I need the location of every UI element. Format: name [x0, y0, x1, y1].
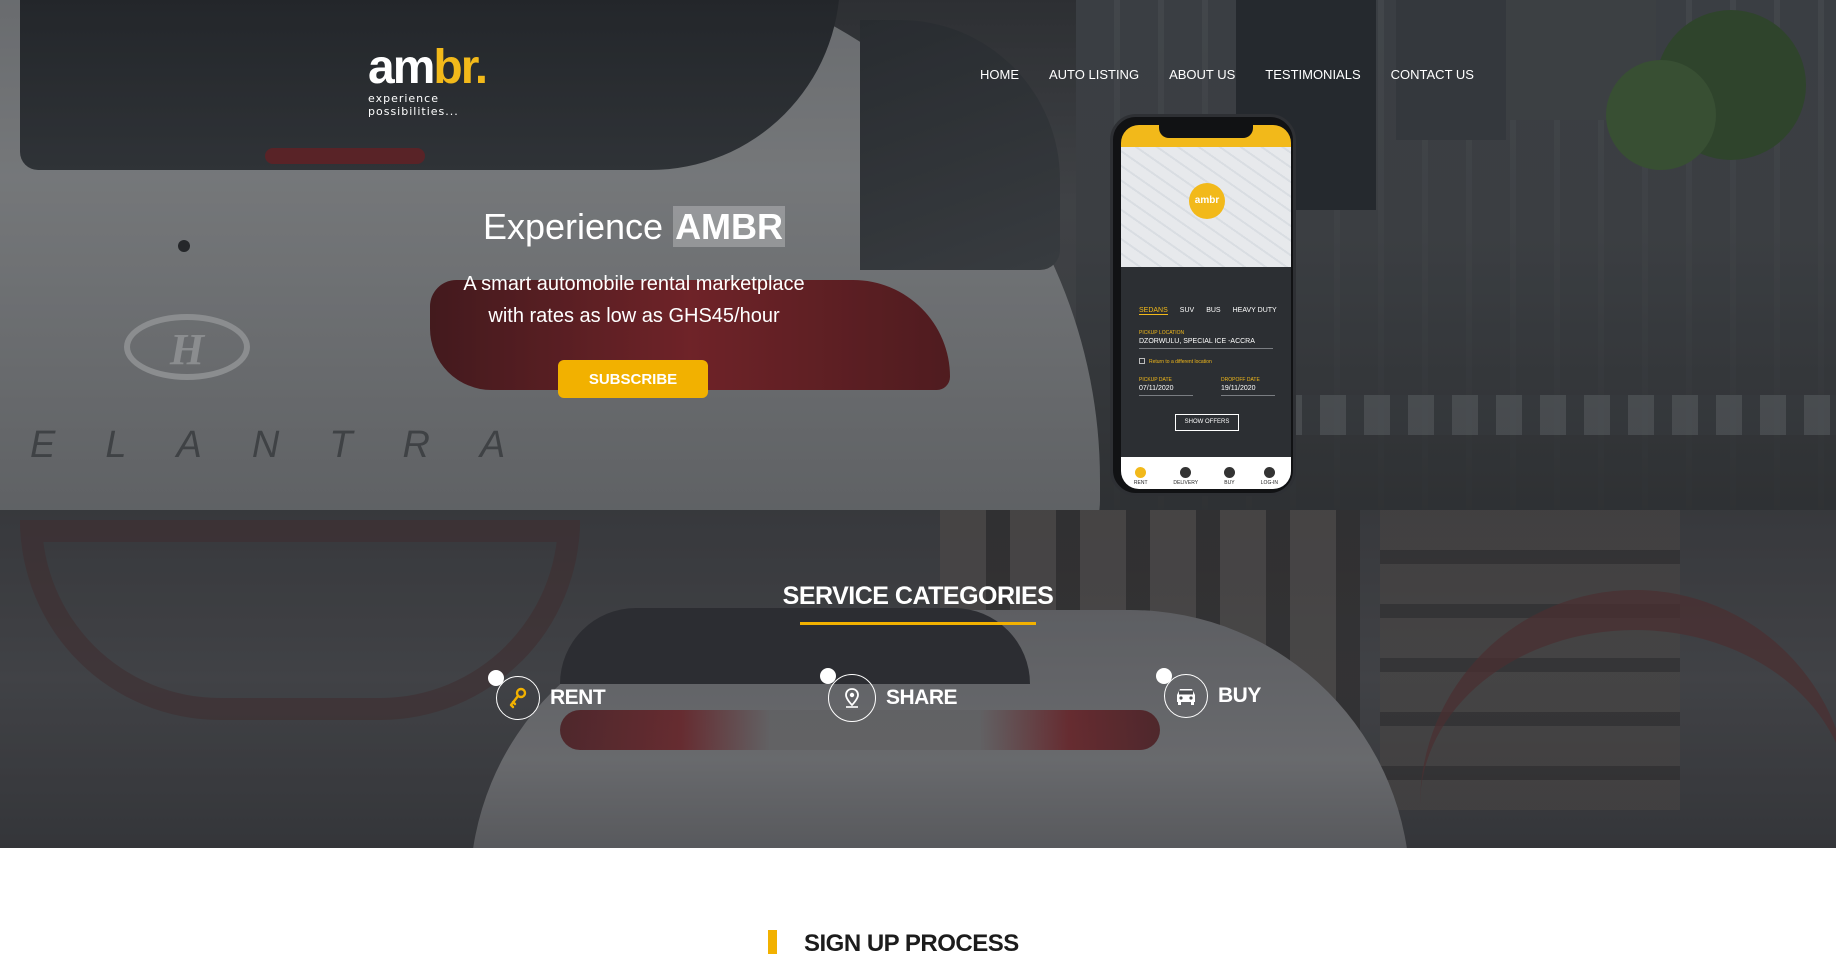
service-categories-title: SERVICE CATEGORIES	[782, 582, 1054, 610]
service-rent[interactable]: RENT	[488, 670, 606, 720]
user-icon	[1263, 467, 1275, 478]
key-icon	[496, 676, 540, 720]
hero-title: Experience AMBR	[380, 206, 888, 248]
nav-contact-us[interactable]: CONTACT US	[1391, 67, 1474, 82]
service-buy[interactable]: BUY	[1156, 668, 1261, 718]
phone-vehicle-tabs: SEDANS SUV BUS HEAVY DUTY	[1139, 307, 1277, 315]
service-marker-dot	[488, 670, 504, 686]
phone-nav-login: LOG-IN	[1261, 467, 1278, 486]
phone-screen: ambr SEDANS SUV BUS HEAVY DUTY PICKUP LO…	[1121, 125, 1291, 489]
phone-mockup: ambr SEDANS SUV BUS HEAVY DUTY PICKUP LO…	[1110, 114, 1296, 496]
phone-dropoff-date: 19/11/2020	[1221, 385, 1275, 396]
hero-subtitle: A smart automobile rental marketplace wit…	[380, 268, 888, 332]
phone-nav-rent: RENT	[1134, 467, 1148, 486]
car-icon	[1223, 467, 1235, 478]
phone-tab-bus: BUS	[1206, 307, 1221, 314]
phone-map: ambr	[1121, 147, 1291, 267]
sign-up-title: SIGN UP PROCESS	[804, 930, 1019, 957]
phone-nav-label: LOG-IN	[1260, 480, 1279, 486]
sign-up-section: SIGN UP PROCESS	[0, 848, 1836, 979]
phone-pickup-label: PICKUP LOCATION	[1139, 330, 1185, 336]
service-share-label: SHARE	[886, 686, 958, 709]
nav-auto-listing[interactable]: AUTO LISTING	[1049, 67, 1139, 82]
phone-tab-suv: SUV	[1179, 307, 1195, 314]
phone-show-offers-button: SHOW OFFERS	[1175, 414, 1239, 431]
service-share[interactable]: SHARE	[820, 668, 958, 722]
phone-bottom-nav: RENT DELIVERY BUY LOG-IN	[1121, 457, 1291, 489]
hero-title-prefix: Experience	[482, 206, 674, 247]
page: ELANTRA ambr. experience possibilities..…	[0, 0, 1836, 979]
hero-title-highlight: AMBR	[673, 206, 786, 247]
nav-testimonials[interactable]: TESTIMONIALS	[1265, 67, 1360, 82]
phone-nav-buy: BUY	[1223, 467, 1235, 486]
main-nav: HOME AUTO LISTING ABOUT US TESTIMONIALS …	[980, 67, 1474, 82]
service-title-underline	[800, 622, 1036, 625]
service-rent-label: RENT	[550, 686, 606, 709]
phone-nav-delivery: DELIVERY	[1173, 467, 1198, 486]
map-pin-icon: ambr	[1189, 183, 1225, 219]
phone-tab-sedans: SEDANS	[1139, 307, 1168, 315]
person-pin-icon	[1180, 467, 1192, 478]
phone-return-checkbox	[1139, 358, 1145, 364]
location-pin-icon	[828, 674, 876, 722]
phone-return-label: Return to a different location	[1149, 359, 1212, 365]
site-logo[interactable]: ambr. experience possibilities...	[368, 44, 518, 119]
nav-about-us[interactable]: ABOUT US	[1169, 67, 1235, 82]
nav-home[interactable]: HOME	[980, 67, 1019, 82]
hero-subtitle-line2: with rates as low as GHS45/hour	[488, 305, 780, 327]
phone-notch	[1159, 125, 1253, 138]
subscribe-button[interactable]: SUBSCRIBE	[558, 360, 708, 398]
phone-nav-label: BUY	[1224, 480, 1235, 486]
logo-text-main: am	[368, 41, 435, 94]
logo-wordmark: ambr.	[368, 44, 518, 92]
car-icon	[1164, 674, 1208, 718]
service-marker-dot	[820, 668, 836, 684]
hero-section: ELANTRA ambr. experience possibilities..…	[0, 0, 1836, 510]
phone-nav-label: RENT	[1133, 480, 1148, 486]
service-buy-label: BUY	[1218, 684, 1261, 707]
hero-overlay	[0, 0, 1836, 510]
phone-pickup-date: 07/11/2020	[1139, 385, 1193, 396]
phone-pickup-date-label: PICKUP DATE	[1139, 377, 1172, 383]
logo-text-accent: br.	[433, 41, 488, 94]
phone-tab-heavy-duty: HEAVY DUTY	[1232, 307, 1277, 314]
phone-pickup-value: DZORWULU, SPECIAL ICE -ACCRA	[1139, 338, 1273, 349]
service-categories-section: SERVICE CATEGORIES RENT SHARE BUY	[0, 510, 1836, 848]
phone-dropoff-date-label: DROPOFF DATE	[1221, 377, 1260, 383]
service-marker-dot	[1156, 668, 1172, 684]
phone-nav-label: DELIVERY	[1173, 480, 1199, 486]
key-icon	[1135, 467, 1147, 478]
logo-tagline: experience possibilities...	[368, 92, 459, 118]
sign-up-accent-bar	[768, 930, 777, 954]
hero-subtitle-line1: A smart automobile rental marketplace	[463, 273, 805, 295]
